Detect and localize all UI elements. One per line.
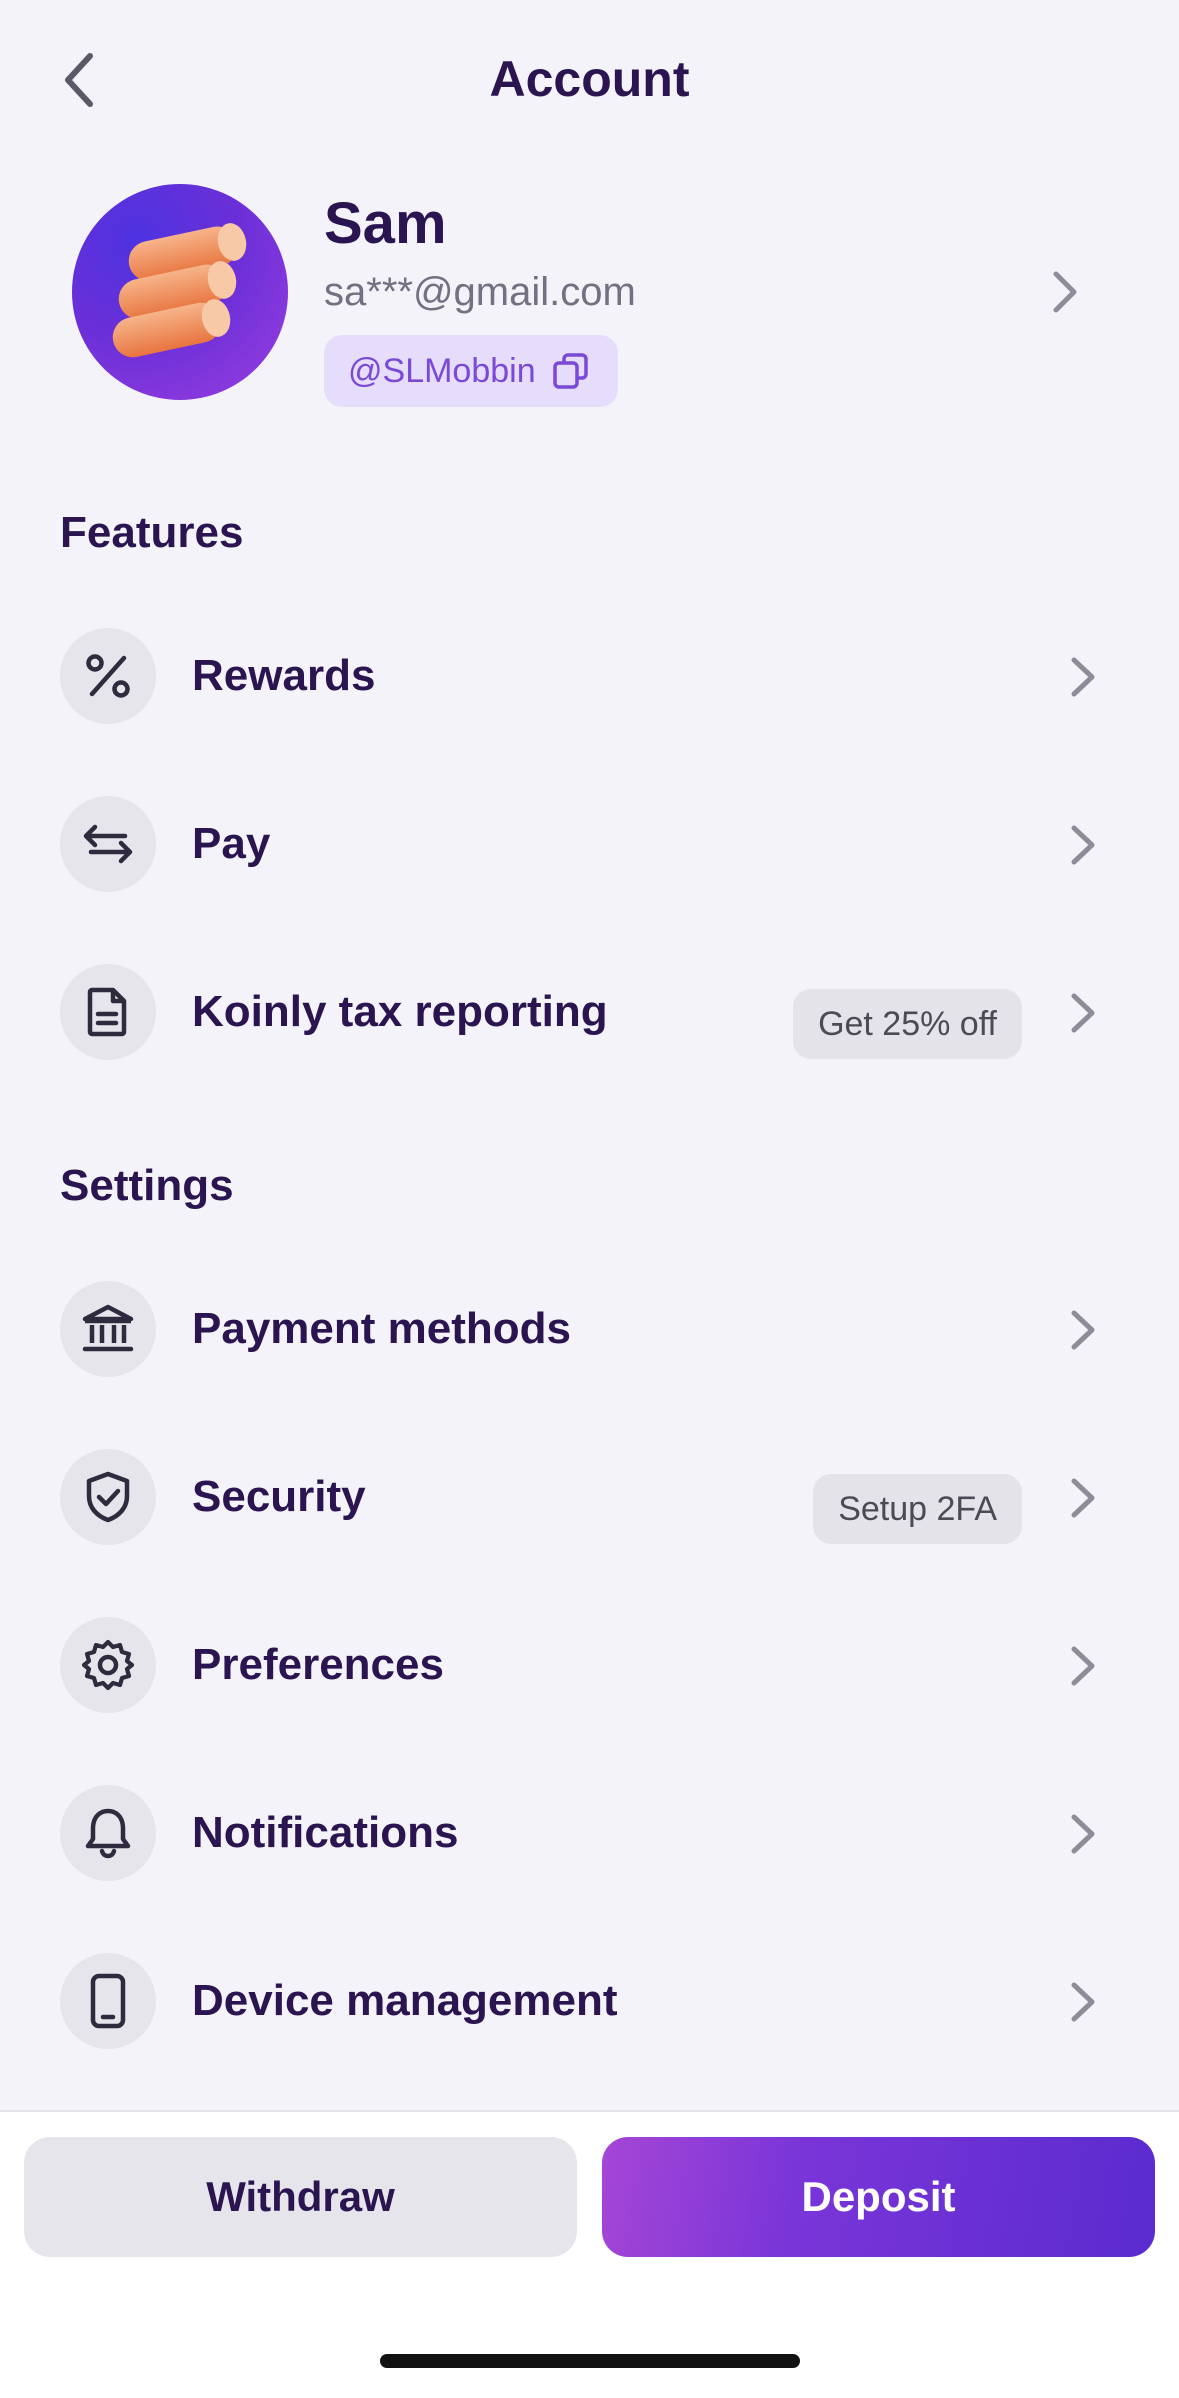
features-item-label: Rewards — [192, 651, 376, 700]
settings-item-security[interactable]: Security Setup 2FA — [0, 1432, 1179, 1562]
bank-icon — [82, 1304, 134, 1352]
chevron-right-icon — [1068, 1308, 1098, 1357]
page-title: Account — [489, 51, 690, 107]
profile-name: Sam — [324, 191, 447, 256]
features-item-rewards[interactable]: Rewards — [0, 611, 1179, 741]
settings-item-label: Payment methods — [192, 1304, 571, 1353]
chevron-right-icon — [1068, 1476, 1098, 1525]
promo-badge: Get 25% off — [793, 989, 1022, 1059]
features-section-title: Features — [60, 508, 244, 557]
settings-section-title: Settings — [60, 1161, 234, 1210]
deposit-button[interactable]: Deposit — [602, 2137, 1155, 2257]
chevron-right-icon — [1068, 1644, 1098, 1693]
features-item-icon-wrap — [60, 964, 156, 1060]
chevron-right-icon — [1068, 1980, 1098, 2029]
document-icon — [87, 987, 127, 1037]
settings-item-payment-methods[interactable]: Payment methods — [0, 1264, 1179, 1394]
features-item-icon-wrap — [60, 796, 156, 892]
features-item-label: Koinly tax reporting — [192, 987, 608, 1036]
settings-item-label: Security — [192, 1472, 366, 1521]
settings-item-preferences[interactable]: Preferences — [0, 1600, 1179, 1730]
profile-email: sa***@gmail.com — [324, 270, 636, 314]
profile-handle: @SLMobbin — [348, 351, 536, 390]
settings-item-icon-wrap — [60, 1953, 156, 2049]
avatar — [72, 184, 288, 400]
phone-icon — [90, 1973, 126, 2029]
chevron-right-icon — [1068, 823, 1098, 872]
features-item-koinly[interactable]: Koinly tax reporting Get 25% off — [0, 947, 1179, 1077]
settings-item-icon-wrap — [60, 1617, 156, 1713]
chevron-right-icon — [1068, 1812, 1098, 1861]
settings-item-device-management[interactable]: Device management — [0, 1936, 1179, 2066]
settings-item-icon-wrap — [60, 1785, 156, 1881]
settings-item-label: Notifications — [192, 1808, 459, 1857]
chevron-right-icon — [1050, 268, 1080, 321]
transfer-arrows-icon — [83, 824, 133, 864]
chevron-right-icon — [1068, 991, 1098, 1040]
handle-copy-chip[interactable]: @SLMobbin — [324, 335, 618, 407]
features-item-pay[interactable]: Pay — [0, 779, 1179, 909]
chevron-right-icon — [1068, 655, 1098, 704]
stacked-logs-icon — [112, 223, 247, 358]
home-indicator[interactable] — [380, 2354, 800, 2368]
status-badge: Setup 2FA — [813, 1474, 1022, 1544]
settings-item-notifications[interactable]: Notifications — [0, 1768, 1179, 1898]
settings-item-icon-wrap — [60, 1449, 156, 1545]
features-item-label: Pay — [192, 819, 271, 868]
copy-icon — [552, 353, 588, 389]
withdraw-button[interactable]: Withdraw — [24, 2137, 577, 2257]
percent-icon — [86, 654, 130, 698]
shield-check-icon — [86, 1471, 130, 1523]
settings-item-label: Preferences — [192, 1640, 444, 1689]
settings-item-label: Device management — [192, 1976, 618, 2025]
features-item-icon-wrap — [60, 628, 156, 724]
gear-icon — [81, 1639, 135, 1691]
bell-icon — [85, 1808, 131, 1859]
settings-item-icon-wrap — [60, 1281, 156, 1377]
